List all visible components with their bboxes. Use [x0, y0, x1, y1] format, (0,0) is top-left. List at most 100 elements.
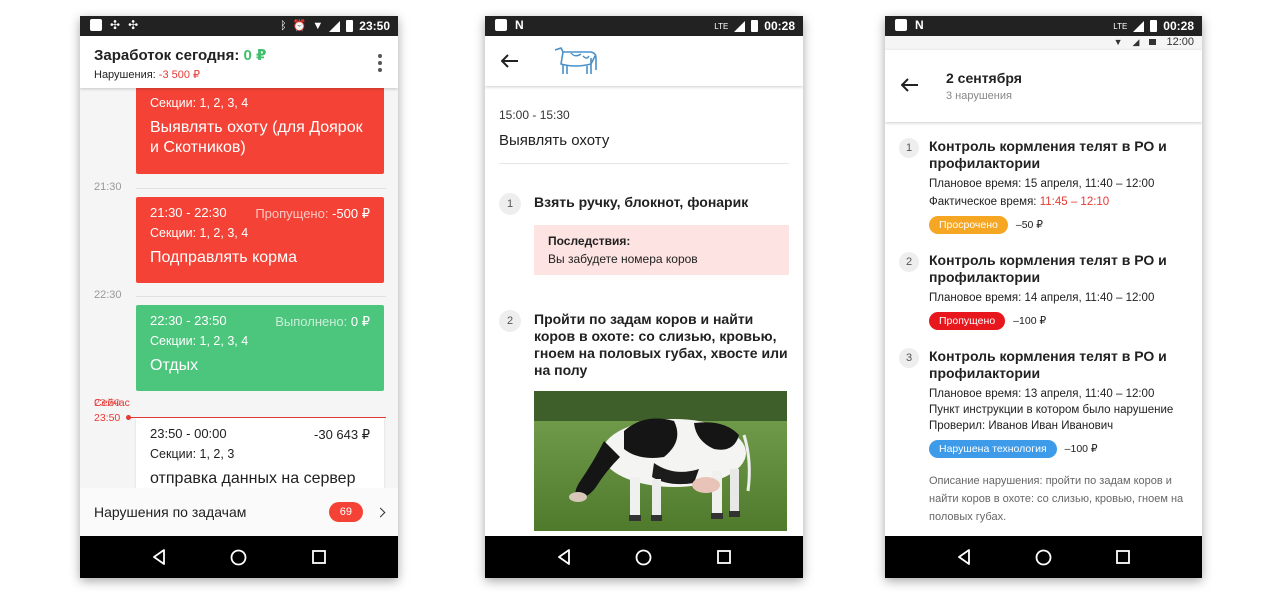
violation-number: 3 — [899, 348, 919, 368]
now-label-time: 23:50 — [94, 397, 121, 409]
task-time: 15:00 - 15:30 — [499, 108, 570, 122]
status-time: 23:50 — [359, 19, 390, 33]
hour-divider — [136, 188, 386, 189]
violation-tag-row: Просрочено –50 ₽ — [929, 216, 1188, 234]
nav-home-icon[interactable] — [1035, 549, 1052, 566]
cow-photo — [534, 391, 787, 531]
nav-home-icon[interactable] — [635, 549, 652, 566]
fan-icon: ✣ — [110, 18, 121, 32]
status-bar: N LTE 00:28 — [485, 16, 803, 36]
app-bar: Заработок сегодня: 0 ₽ Нарушения: -3 500… — [80, 36, 398, 88]
task-detail-content[interactable]: 15:00 - 15:30 Выявлять охоту 1 Взять руч… — [485, 86, 803, 536]
violations-summary-value: -3 500 ₽ — [158, 69, 201, 81]
nav-home-icon[interactable] — [230, 549, 247, 566]
actual-time-label: Фактическое время: — [929, 196, 1037, 208]
nav-back-icon[interactable] — [557, 549, 571, 565]
task-amount: -30 643 ₽ — [314, 427, 370, 442]
consequence-text: Вы забудете номера коров — [548, 252, 698, 266]
task-card-hunt[interactable]: Секции: 1, 2, 3, 4 Выявлять охоту (для Д… — [136, 88, 384, 174]
battery-icon — [346, 20, 354, 32]
violation-item[interactable]: 2 Контроль кормления телят в РО и профил… — [899, 252, 1188, 330]
hour-label: 22:30 — [94, 289, 122, 301]
fine-amount: –100 ₽ — [1064, 443, 1098, 455]
step-number: 2 — [499, 310, 521, 332]
fan-icon: ✣ — [128, 18, 139, 32]
inspector: Проверил: Иванов Иван Иванович — [929, 420, 1114, 432]
violation-item[interactable]: 3 Контроль кормления телят в РО и профил… — [899, 348, 1188, 526]
actual-time-value: 11:45 – 12:10 — [1039, 196, 1110, 208]
n-icon: N — [515, 18, 524, 32]
bluetooth-icon: ᛒ — [280, 19, 287, 32]
task-card-rest[interactable]: 22:30 - 23:50 Выполнено: 0 ₽ Секции: 1, … — [136, 305, 384, 391]
violation-item[interactable]: 1 Контроль кормления телят в РО и профил… — [899, 138, 1188, 234]
violation-title: Контроль кормления телят в РО и профилак… — [929, 252, 1167, 285]
nav-back-icon[interactable] — [152, 549, 166, 565]
violations-by-tasks-label: Нарушения по задачам — [94, 504, 247, 520]
task-sections: Секции: 1, 2, 3 — [150, 447, 235, 461]
task-status-label: Пропущено: — [255, 206, 329, 221]
nav-recents-icon[interactable] — [716, 550, 731, 564]
sim-icon — [495, 19, 507, 31]
consequence-box: Последствия: Вы забудете номера коров — [534, 225, 789, 275]
status-time: 00:28 — [1163, 19, 1194, 33]
nav-recents-icon[interactable] — [311, 550, 326, 564]
battery-icon — [751, 20, 759, 32]
violations-summary: Нарушения: -3 500 ₽ — [94, 68, 384, 81]
task-status-label: Выполнено: — [275, 314, 348, 329]
battery-icon — [1149, 39, 1157, 45]
task-status: Пропущено: -500 ₽ — [255, 206, 370, 222]
fine-amount: –50 ₽ — [1015, 219, 1043, 231]
nav-recents-icon[interactable] — [1116, 550, 1130, 564]
app-bar: 2 сентября 3 нарушения — [885, 50, 1202, 122]
system-nav-bar — [80, 536, 398, 578]
hour-divider — [136, 296, 386, 297]
hour-label: 21:30 — [94, 181, 122, 193]
signal-icon — [1133, 20, 1145, 32]
kebab-menu-icon[interactable] — [378, 54, 382, 75]
violations-list[interactable]: 1 Контроль кормления телят в РО и профил… — [885, 122, 1202, 536]
task-status-value: -500 ₽ — [332, 206, 370, 221]
phone-task-detail-screen: N LTE 00:28 15:00 - 15:30 Выявлять охоту… — [485, 16, 803, 578]
status-badge: Пропущено — [929, 312, 1006, 330]
planned-time: Плановое время: 15 апреля, 11:40 – 12:00 — [929, 178, 1155, 190]
nav-back-icon[interactable] — [957, 549, 971, 565]
system-nav-bar — [885, 536, 1202, 578]
task-title: Отдых — [150, 357, 199, 374]
earnings-title: Заработок сегодня: 0 ₽ — [94, 46, 384, 64]
actual-time: Фактическое время: 11:45 – 12:10 — [929, 196, 1188, 208]
wifi-icon: ▼ — [312, 19, 324, 32]
phone-violations-screen: N LTE 00:28 ▼ ◢ 12:00 2 сентября 3 наруш… — [885, 16, 1202, 578]
task-status-value: 0 ₽ — [350, 314, 370, 329]
task-sections: Секции: 1, 2, 3, 4 — [150, 334, 249, 348]
instruction-step: 1 Взять ручку, блокнот, фонарик Последст… — [499, 193, 789, 275]
schedule-timeline[interactable]: Секции: 1, 2, 3, 4 Выявлять охоту (для Д… — [80, 88, 398, 536]
status-badge: Просрочено — [929, 216, 1008, 234]
violation-number: 1 — [899, 138, 919, 158]
lte-icon: LTE — [1113, 21, 1128, 31]
task-sections: Секции: 1, 2, 3, 4 — [150, 226, 249, 240]
lte-icon: LTE — [714, 21, 729, 31]
instruction-step: 2 Пройти по задам коров и найти коров в … — [499, 310, 789, 531]
task-card-feed[interactable]: 21:30 - 22:30 Пропущено: -500 ₽ Секции: … — [136, 197, 384, 283]
violations-by-tasks-row[interactable]: Нарушения по задачам 69 — [80, 488, 398, 536]
sim-icon — [895, 19, 907, 31]
back-arrow-icon[interactable] — [900, 78, 919, 92]
status-bar: N LTE 00:28 — [885, 16, 1202, 36]
task-title: отправка данных на сервер — [150, 470, 356, 487]
fine-amount: –100 ₽ — [1013, 315, 1047, 327]
step-text: Взять ручку, блокнот, фонарик — [534, 194, 749, 210]
secondary-time: 12:00 — [1166, 36, 1194, 48]
status-bar: ✣ ✣ ᛒ ⏰ ▼ 23:50 — [80, 16, 398, 36]
planned-time: Плановое время: 13 апреля, 11:40 – 12:00 — [929, 388, 1155, 400]
n-icon: N — [915, 18, 924, 32]
back-arrow-icon[interactable] — [500, 54, 519, 68]
task-sections: Секции: 1, 2, 3, 4 — [150, 96, 249, 110]
instruction-point: Пункт инструкции в котором было нарушени… — [929, 404, 1174, 416]
status-badge: Нарушена технология — [929, 440, 1057, 458]
image-icon — [90, 19, 102, 31]
wifi-icon: ▼ — [1113, 37, 1123, 47]
signal-icon — [329, 20, 341, 32]
current-time-label: 23:50 — [94, 412, 121, 424]
status-time: 00:28 — [764, 19, 795, 33]
violations-summary-label: Нарушения: — [94, 69, 156, 81]
